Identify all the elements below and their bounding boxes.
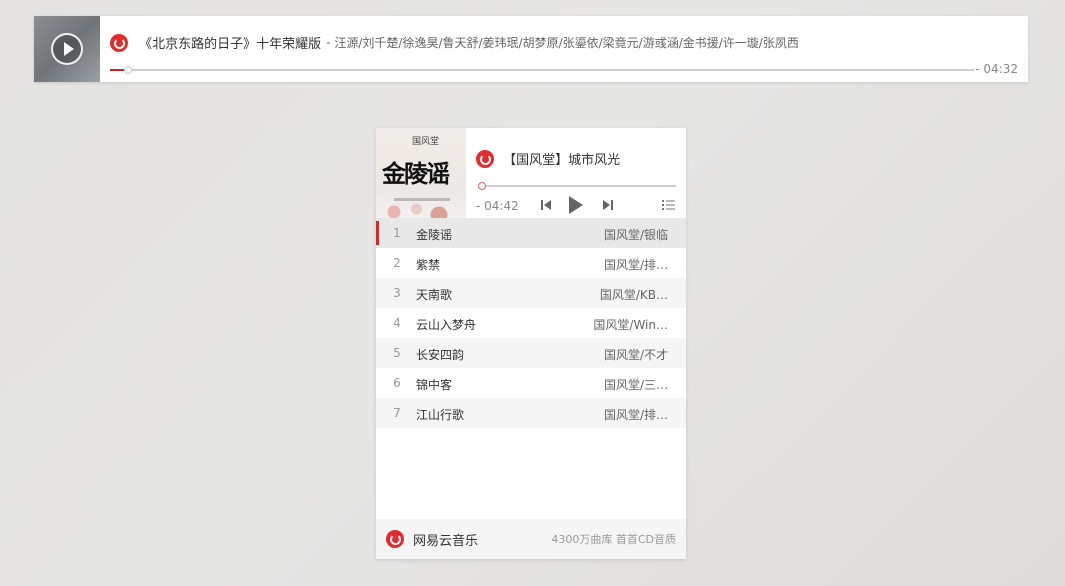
card-remaining-time: - 04:42 xyxy=(476,199,519,213)
play-icon[interactable] xyxy=(565,194,585,214)
play-circle-icon[interactable] xyxy=(51,33,83,65)
bar-song-info: 《北京东路的日子》十年荣耀版 - 汪源/刘千楚/徐逸昊/鲁天舒/姜玮珉/胡梦原/… xyxy=(110,32,1018,52)
bar-progress-knob[interactable] xyxy=(123,66,132,74)
track-number: 5 xyxy=(393,346,401,360)
bar-song-title: 《北京东路的日子》十年荣耀版 xyxy=(139,37,322,52)
track-row[interactable]: 5 长安四韵 国风堂/不才 xyxy=(376,338,686,368)
netease-logo-icon xyxy=(476,149,494,168)
track-number: 7 xyxy=(393,406,401,420)
playlist-player-card: 国风堂 金陵谣 【国风堂】城市风光 - 04:42 1 金陵谣 国风堂/银临 2… xyxy=(376,128,686,559)
track-number: 4 xyxy=(393,316,401,330)
track-row[interactable]: 3 天南歌 国风堂/KB… xyxy=(376,278,686,308)
track-name: 金陵谣 xyxy=(416,228,453,242)
track-artist: 国风堂/银临 xyxy=(603,228,668,242)
netease-logo-icon xyxy=(110,33,128,52)
track-row[interactable]: 2 紫禁 国风堂/排… xyxy=(376,248,686,278)
bar-song-artists: 汪源/刘千楚/徐逸昊/鲁天舒/姜玮珉/胡梦原/张鎏依/梁竟元/游彧涵/金书援/许… xyxy=(334,36,799,50)
track-name: 江山行歌 xyxy=(416,408,465,422)
track-row[interactable]: 7 江山行歌 国风堂/排… xyxy=(376,398,686,428)
bar-progress-played xyxy=(110,69,124,71)
netease-logo-icon[interactable] xyxy=(386,530,404,548)
track-list: 1 金陵谣 国风堂/银临 2 紫禁 国风堂/排… 3 天南歌 国风堂/KB… 4… xyxy=(376,218,686,428)
album-cover-blossom xyxy=(376,188,466,218)
bar-remaining-time: - 04:32 xyxy=(975,62,1018,76)
track-artist: 国风堂/KB… xyxy=(599,288,668,302)
track-row[interactable]: 6 锦中客 国风堂/三… xyxy=(376,368,686,398)
track-artist: 国风堂/排… xyxy=(603,258,668,272)
track-artist: 国风堂/不才 xyxy=(603,348,668,362)
track-artist: 国风堂/Win… xyxy=(593,318,668,332)
album-cover-title: 金陵谣 xyxy=(382,159,450,188)
track-name: 锦中客 xyxy=(416,378,453,392)
card-header: 国风堂 金陵谣 【国风堂】城市风光 - 04:42 xyxy=(376,128,686,218)
track-name: 云山入梦舟 xyxy=(416,318,477,332)
skip-next-icon[interactable] xyxy=(598,196,618,214)
track-name: 长安四韵 xyxy=(416,348,465,362)
track-number: 1 xyxy=(393,226,401,240)
playlist-icon[interactable] xyxy=(660,196,680,214)
mini-bar-player: 《北京东路的日子》十年荣耀版 - 汪源/刘千楚/徐逸昊/鲁天舒/姜玮珉/胡梦原/… xyxy=(34,16,1028,82)
track-number: 6 xyxy=(393,376,401,390)
track-name: 天南歌 xyxy=(416,288,453,302)
bar-album-cover[interactable] xyxy=(34,16,100,82)
skip-previous-icon[interactable] xyxy=(536,196,556,214)
track-row[interactable]: 4 云山入梦舟 国风堂/Win… xyxy=(376,308,686,338)
playlist-title: 【国风堂】城市风光 xyxy=(503,153,621,168)
track-artist: 国风堂/三… xyxy=(603,378,668,392)
card-progress-knob[interactable] xyxy=(478,182,486,190)
album-cover[interactable]: 国风堂 金陵谣 xyxy=(376,128,466,218)
footer-brand-link[interactable]: 网易云音乐 xyxy=(413,530,478,549)
track-name: 紫禁 xyxy=(416,258,441,272)
album-cover-stamp: 国风堂 xyxy=(412,137,440,147)
bar-progress-track[interactable] xyxy=(110,66,974,74)
track-number: 3 xyxy=(393,286,401,300)
card-footer: 网易云音乐 4300万曲库 首首CD音质 xyxy=(376,519,686,559)
track-number: 2 xyxy=(393,256,401,270)
card-title-row: 【国风堂】城市风光 xyxy=(476,148,620,168)
track-artist: 国风堂/排… xyxy=(603,408,668,422)
track-row[interactable]: 1 金陵谣 国风堂/银临 xyxy=(376,218,686,248)
footer-quality-text: 4300万曲库 首首CD音质 xyxy=(551,533,676,546)
card-progress-track[interactable] xyxy=(478,182,676,190)
